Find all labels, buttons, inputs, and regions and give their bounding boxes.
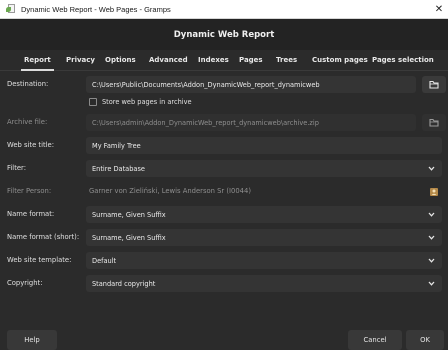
copyright-label: Copyright: bbox=[7, 279, 43, 287]
close-icon[interactable]: ✕ bbox=[430, 0, 448, 18]
archive-file-input[interactable]: C:\Users\admin\Addon_DynamicWeb_report_d… bbox=[86, 114, 416, 131]
name-format-label: Name format: bbox=[7, 210, 55, 218]
name-format-select[interactable]: Surname, Given Suffix bbox=[86, 206, 442, 223]
tab-report[interactable]: Report bbox=[21, 50, 54, 71]
dialog-header: Dynamic Web Report bbox=[0, 19, 448, 50]
tab-trees[interactable]: Trees bbox=[276, 50, 297, 71]
name-format-value: Surname, Given Suffix bbox=[92, 210, 166, 219]
destination-input[interactable]: C:\Users\Public\Documents\Addon_DynamicW… bbox=[86, 76, 416, 93]
cancel-button[interactable]: Cancel bbox=[348, 330, 402, 350]
site-title-label: Web site title: bbox=[7, 141, 54, 149]
filter-select[interactable]: Entire Database bbox=[86, 160, 442, 177]
archive-checkbox-row[interactable]: Store web pages in archive bbox=[89, 98, 192, 106]
template-label: Web site template: bbox=[7, 256, 72, 264]
chevron-down-icon bbox=[428, 235, 435, 240]
chevron-down-icon bbox=[428, 212, 435, 217]
tab-privacy[interactable]: Privacy bbox=[66, 50, 95, 71]
chevron-down-icon bbox=[428, 166, 435, 171]
template-value: Default bbox=[92, 256, 117, 265]
destination-browse-button[interactable] bbox=[422, 76, 446, 93]
ok-button[interactable]: OK bbox=[406, 330, 444, 350]
archive-checkbox-label: Store web pages in archive bbox=[102, 98, 192, 106]
select-person-button[interactable] bbox=[422, 183, 446, 200]
tab-options[interactable]: Options bbox=[105, 50, 136, 71]
archive-checkbox[interactable] bbox=[89, 98, 97, 106]
folder-icon bbox=[429, 118, 439, 127]
window-titlebar: Dynamic Web Report - Web Pages - Gramps … bbox=[0, 0, 448, 19]
window-title: Dynamic Web Report - Web Pages - Gramps bbox=[21, 4, 171, 14]
destination-label: Destination: bbox=[7, 80, 49, 88]
site-title-input[interactable]: My Family Tree bbox=[86, 137, 442, 154]
help-button[interactable]: Help bbox=[7, 330, 57, 350]
person-select-icon bbox=[430, 187, 438, 196]
filter-person-value: Garner von Zieliński, Lewis Anderson Sr … bbox=[89, 187, 251, 195]
name-format-short-label: Name format (short): bbox=[7, 233, 80, 241]
tab-pages-selection[interactable]: Pages selection bbox=[372, 50, 434, 71]
copyright-select[interactable]: Standard copyright bbox=[86, 275, 442, 292]
tab-bar: Report Privacy Options Advanced Indexes … bbox=[0, 50, 448, 71]
filter-value: Entire Database bbox=[92, 164, 145, 173]
tab-pages[interactable]: Pages bbox=[239, 50, 263, 71]
template-select[interactable]: Default bbox=[86, 252, 442, 269]
tab-advanced[interactable]: Advanced bbox=[149, 50, 188, 71]
filter-person-label: Filter Person: bbox=[7, 187, 52, 195]
dialog-title: Dynamic Web Report bbox=[173, 29, 275, 40]
name-format-short-select[interactable]: Surname, Given Suffix bbox=[86, 229, 442, 246]
tab-indexes[interactable]: Indexes bbox=[198, 50, 229, 71]
chevron-down-icon bbox=[428, 281, 435, 286]
tab-custom-pages[interactable]: Custom pages bbox=[312, 50, 368, 71]
archive-browse-button[interactable] bbox=[422, 114, 446, 131]
filter-label: Filter: bbox=[7, 164, 27, 172]
copyright-value: Standard copyright bbox=[92, 279, 156, 288]
archive-file-label: Archive file: bbox=[7, 118, 48, 126]
chevron-down-icon bbox=[428, 258, 435, 263]
gramps-app-icon bbox=[6, 4, 16, 14]
name-format-short-value: Surname, Given Suffix bbox=[92, 233, 166, 242]
folder-icon bbox=[429, 80, 439, 89]
